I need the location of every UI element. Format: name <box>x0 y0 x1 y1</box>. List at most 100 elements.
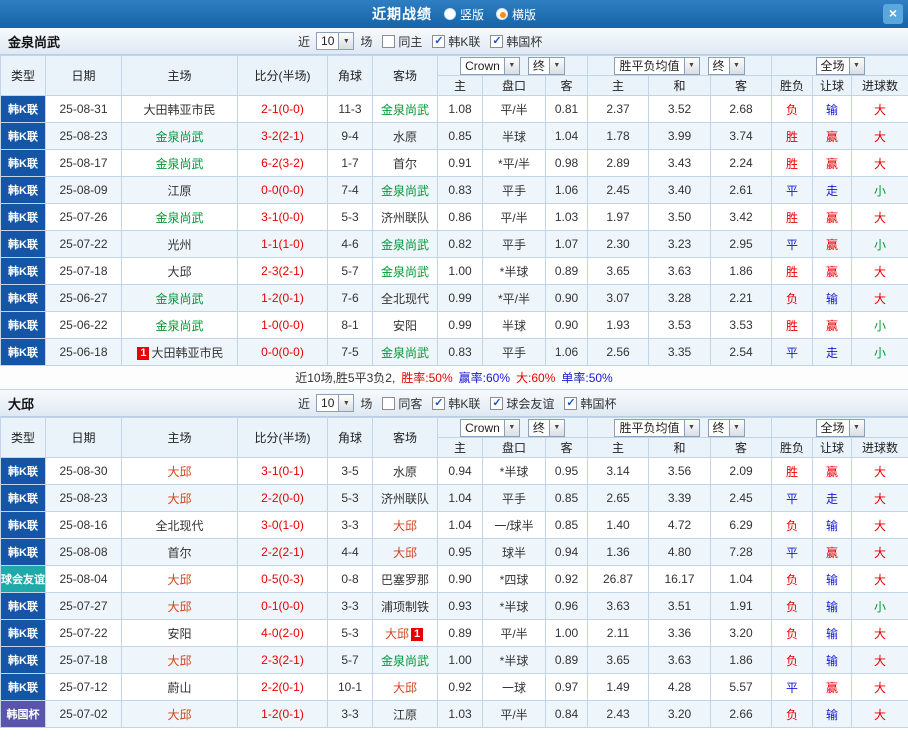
league-badge: 韩K联 <box>0 457 46 485</box>
away-team: 水原 <box>372 122 438 150</box>
match-count-dropdown[interactable]: 10 ▼ <box>316 394 355 412</box>
odds-value: 2.89 <box>587 149 649 177</box>
result-handicap: 走 <box>812 338 853 366</box>
checkbox-同客[interactable]: 同客 <box>382 395 422 412</box>
match-row[interactable]: 韩K联 25-07-22 光州 1-1(1-0) 4-6 金泉尚武 0.82 平手 1.07 2.… <box>0 230 908 258</box>
odds-value: 1.04 <box>545 122 588 150</box>
match-row[interactable]: 韩K联 25-07-26 金泉尚武 3-1(0-0) 5-3 济州联队 0.86 平/半 1.0… <box>0 203 908 231</box>
odds-time-dropdown[interactable]: 终 ▼ <box>527 418 565 437</box>
bookmaker-dropdown[interactable]: Crown ▼ <box>460 418 520 437</box>
result-handicap: 赢 <box>812 257 853 285</box>
league-badge: 韩K联 <box>0 538 46 566</box>
home-team-name: 安阳 <box>167 626 192 641</box>
corner-count: 3-3 <box>327 592 373 620</box>
match-row[interactable]: 韩K联 25-07-27 大邱 0-1(0-0) 3-3 浦项制铁 0.93 *半球 0.96 3… <box>0 592 908 620</box>
bookmaker-dropdown[interactable]: Crown ▼ <box>460 56 520 75</box>
away-team: 江原 <box>372 700 438 728</box>
match-row[interactable]: 韩国杯 25-07-02 大邱 1-2(0-1) 3-3 江原 1.03 平/半 0.84 2.4… <box>0 700 908 728</box>
scope-dropdown[interactable]: 全场 ▼ <box>815 56 865 75</box>
match-count-dropdown[interactable]: 10 ▼ <box>316 32 355 50</box>
sections-container: 金泉尚武近 10 ▼ 场同主 ✓ 韩K联 ✓ 韩国杯 类型 日期 主场 比分(半场) 角球 客场 Crown… <box>0 28 908 728</box>
checkbox-韩K联[interactable]: ✓ 韩K联 <box>432 395 480 412</box>
match-row[interactable]: 韩K联 25-08-23 大邱 2-2(0-0) 5-3 济州联队 1.04 平手 0.85 2.… <box>0 484 908 512</box>
checkbox-icon[interactable]: ✓ <box>432 34 446 48</box>
odds-value: 0.89 <box>545 257 588 285</box>
checkbox-韩K联[interactable]: ✓ 韩K联 <box>432 33 480 50</box>
away-team: 水原 <box>372 457 438 485</box>
corner-count: 4-4 <box>327 538 373 566</box>
radio-selected-icon[interactable] <box>496 8 508 20</box>
odds-value: 2.45 <box>709 484 773 512</box>
away-team: 大邱 <box>372 538 438 566</box>
odds-value: 1.04 <box>437 484 483 512</box>
scope-dropdown[interactable]: 全场 ▼ <box>815 418 865 437</box>
away-team: 金泉尚武 <box>372 646 438 674</box>
checkbox-韩国杯[interactable]: ✓ 韩国杯 <box>490 33 542 50</box>
away-team-name: 江原 <box>392 707 417 722</box>
match-date: 25-08-04 <box>45 565 122 593</box>
checkbox-icon[interactable]: ✓ <box>490 396 504 410</box>
checkbox-同主[interactable]: 同主 <box>382 33 422 50</box>
match-row[interactable]: 韩K联 25-08-31 大田韩亚市民 2-1(0-0) 11-3 金泉尚武 1.08 平/半… <box>0 95 908 123</box>
match-row[interactable]: 韩K联 25-08-17 金泉尚武 6-2(3-2) 1-7 首尔 0.91 *平/半 0.98… <box>0 149 908 177</box>
layout-radio-horizontal[interactable]: 横版 <box>496 6 536 23</box>
away-team: 金泉尚武 <box>372 176 438 204</box>
match-date: 25-08-16 <box>45 511 122 539</box>
corner-count: 0-8 <box>327 565 373 593</box>
handicap-value: 平手 <box>482 338 546 366</box>
odds-group-header: Crown ▼ 终 ▼ <box>437 417 588 438</box>
league-badge: 韩K联 <box>0 176 46 204</box>
avg-time-dropdown[interactable]: 终 ▼ <box>707 418 745 437</box>
checkbox-icon[interactable]: ✓ <box>432 396 446 410</box>
avg-time-dropdown[interactable]: 终 ▼ <box>707 56 745 75</box>
full-group-header: 全场 ▼ <box>771 55 908 76</box>
odds-value: 4.72 <box>648 511 711 539</box>
red-card-badge: 1 <box>411 627 423 641</box>
home-team: 首尔 <box>121 538 238 566</box>
checkbox-icon[interactable]: ✓ <box>490 34 504 48</box>
column-header: 日期 <box>45 55 122 96</box>
close-button[interactable]: × <box>883 4 903 24</box>
avg-dropdown-value: 胜平负均值 <box>619 420 680 435</box>
avg-dropdown[interactable]: 胜平负均值 ▼ <box>614 418 700 437</box>
sub-column-header: 让球 <box>812 75 853 96</box>
corner-count: 1-7 <box>327 149 373 177</box>
match-row[interactable]: 韩K联 25-08-09 江原 0-0(0-0) 7-4 金泉尚武 0.83 平手 1.06 2.… <box>0 176 908 204</box>
match-row[interactable]: 韩K联 25-07-22 安阳 4-0(2-0) 5-3 大邱 1 0.89 平/半 1.00 2.… <box>0 619 908 647</box>
result-outcome: 平 <box>771 673 814 701</box>
checkbox-icon[interactable] <box>382 396 396 410</box>
league-badge: 韩K联 <box>0 673 46 701</box>
match-score: 0-0(0-0) <box>237 338 328 366</box>
match-row[interactable]: 韩K联 25-06-27 金泉尚武 1-2(0-1) 7-6 全北现代 0.99 *平/半 0.… <box>0 284 908 312</box>
match-row[interactable]: 韩K联 25-08-23 金泉尚武 3-2(2-1) 9-4 水原 0.85 半球 1.04 1.… <box>0 122 908 150</box>
home-team: 蔚山 <box>121 673 238 701</box>
titlebar-center: 近期战绩 竖版 横版 <box>372 4 536 24</box>
match-row[interactable]: 球会友谊 25-08-04 大邱 0-5(0-3) 0-8 巴塞罗那 0.90 *四球 0.92… <box>0 565 908 593</box>
home-team: 大邱 <box>121 700 238 728</box>
chevron-down-icon: ▼ <box>503 57 519 74</box>
match-row[interactable]: 韩K联 25-07-18 大邱 2-3(2-1) 5-7 金泉尚武 1.00 *半球 0.89 3… <box>0 646 908 674</box>
home-team: 光州 <box>121 230 238 258</box>
odds-time-dropdown[interactable]: 终 ▼ <box>527 56 565 75</box>
away-team: 金泉尚武 <box>372 338 438 366</box>
checkbox-icon[interactable]: ✓ <box>564 396 578 410</box>
handicap-value: 平手 <box>482 484 546 512</box>
result-handicap: 输 <box>812 95 853 123</box>
checkbox-韩国杯[interactable]: ✓ 韩国杯 <box>564 395 616 412</box>
chevron-down-icon: ▼ <box>848 57 864 74</box>
checkbox-label: 韩国杯 <box>580 396 617 411</box>
radio-unselected-icon[interactable] <box>443 8 456 20</box>
match-row[interactable]: 韩K联 25-08-16 全北现代 3-0(1-0) 3-3 大邱 1.04 一/球半 0.85… <box>0 511 908 539</box>
match-row[interactable]: 韩K联 25-07-18 大邱 2-3(2-1) 5-7 金泉尚武 1.00 *半球 0.89 3… <box>0 257 908 285</box>
avg-dropdown[interactable]: 胜平负均值 ▼ <box>614 56 700 75</box>
match-row[interactable]: 韩K联 25-07-12 蔚山 2-2(0-1) 10-1 大邱 0.92 一球 0.97 1.4… <box>0 673 908 701</box>
checkbox-icon[interactable] <box>382 34 396 48</box>
layout-radio-vertical[interactable]: 竖版 <box>443 6 484 23</box>
match-row[interactable]: 韩K联 25-06-18 1 大田韩亚市民 0-0(0-0) 7-5 金泉尚武 0.83 平手 1… <box>0 338 908 366</box>
match-row[interactable]: 韩K联 25-08-08 首尔 2-2(2-1) 4-4 大邱 0.95 球半 0.94 1.36… <box>0 538 908 566</box>
home-team-name: 大邱 <box>167 264 192 279</box>
league-badge: 韩K联 <box>0 203 46 231</box>
match-row[interactable]: 韩K联 25-06-22 金泉尚武 1-0(0-0) 8-1 安阳 0.99 半球 0.90 1.… <box>0 311 908 339</box>
match-row[interactable]: 韩K联 25-08-30 大邱 3-1(0-1) 3-5 水原 0.94 *半球 0.95 3.1… <box>0 457 908 485</box>
checkbox-球会友谊[interactable]: ✓ 球会友谊 <box>490 395 554 412</box>
